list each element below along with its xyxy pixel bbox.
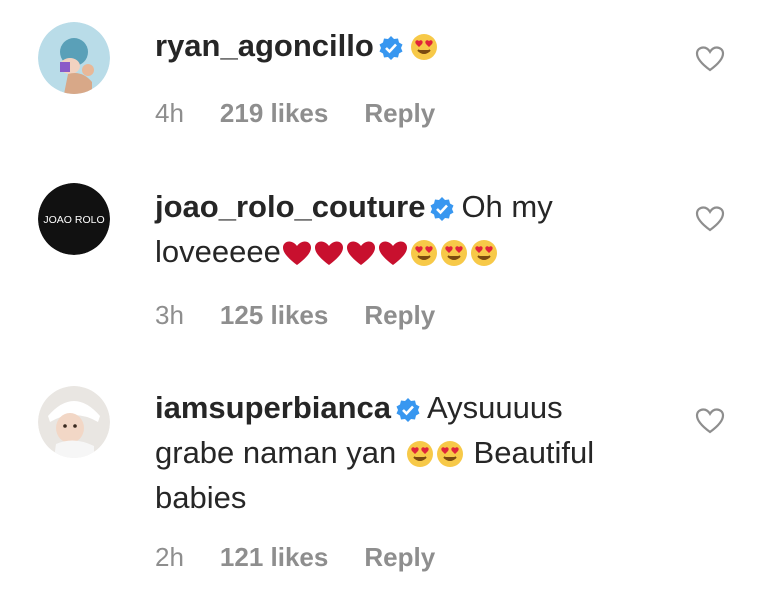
comment-body: iamsuperbianca Aysuuuus grabe naman yan B…: [155, 388, 655, 518]
verified-badge-icon: [395, 393, 421, 433]
verified-badge-icon: [429, 192, 455, 232]
comment-meta: 4h 219 likes Reply: [155, 98, 471, 128]
avatar[interactable]: [38, 386, 110, 458]
comment-username[interactable]: joao_rolo_couture: [155, 189, 425, 224]
like-heart-icon[interactable]: [695, 407, 725, 435]
like-heart-icon[interactable]: [695, 205, 725, 233]
heart-eyes-emoji: [469, 237, 499, 277]
heart-eyes-emoji: [405, 438, 435, 478]
comment-username[interactable]: ryan_agoncillo: [155, 28, 374, 63]
red-heart-emoji: [377, 236, 409, 276]
like-heart-icon[interactable]: [695, 45, 725, 73]
reply-button[interactable]: Reply: [364, 542, 435, 572]
comment-meta: 3h 125 likes Reply: [155, 300, 471, 330]
comment-body: ryan_agoncillo: [155, 26, 655, 71]
comment-time: 3h: [155, 300, 184, 330]
heart-eyes-emoji: [435, 438, 465, 478]
comment-meta: 2h 121 likes Reply: [155, 542, 471, 572]
comment-text: Oh my: [461, 189, 553, 224]
avatar[interactable]: JOAO ROLO: [38, 183, 110, 255]
heart-eyes-emoji: [409, 237, 439, 277]
avatar[interactable]: [38, 22, 110, 94]
comment-time: 4h: [155, 98, 184, 128]
comment-time: 2h: [155, 542, 184, 572]
comment-likes[interactable]: 121 likes: [220, 542, 328, 572]
verified-badge-icon: [378, 31, 404, 71]
red-heart-emoji: [345, 236, 377, 276]
reply-button[interactable]: Reply: [364, 98, 435, 128]
avatar-logo-text: JOAO ROLO: [43, 214, 104, 226]
comment-likes[interactable]: 125 likes: [220, 300, 328, 330]
comment-text: babies: [155, 480, 247, 515]
comment-body: joao_rolo_couture Oh my loveeeee: [155, 187, 655, 277]
heart-eyes-emoji: [439, 237, 469, 277]
comment-likes[interactable]: 219 likes: [220, 98, 328, 128]
reply-button[interactable]: Reply: [364, 300, 435, 330]
comment-text: Aysuuuus: [427, 390, 563, 425]
red-heart-emoji: [281, 236, 313, 276]
red-heart-emoji: [313, 236, 345, 276]
heart-eyes-emoji: [410, 31, 438, 71]
comment-username[interactable]: iamsuperbianca: [155, 390, 391, 425]
comment-text: Beautiful: [473, 435, 595, 470]
comment-text: loveeeee: [155, 234, 281, 269]
comment-text: grabe naman yan: [155, 435, 397, 470]
